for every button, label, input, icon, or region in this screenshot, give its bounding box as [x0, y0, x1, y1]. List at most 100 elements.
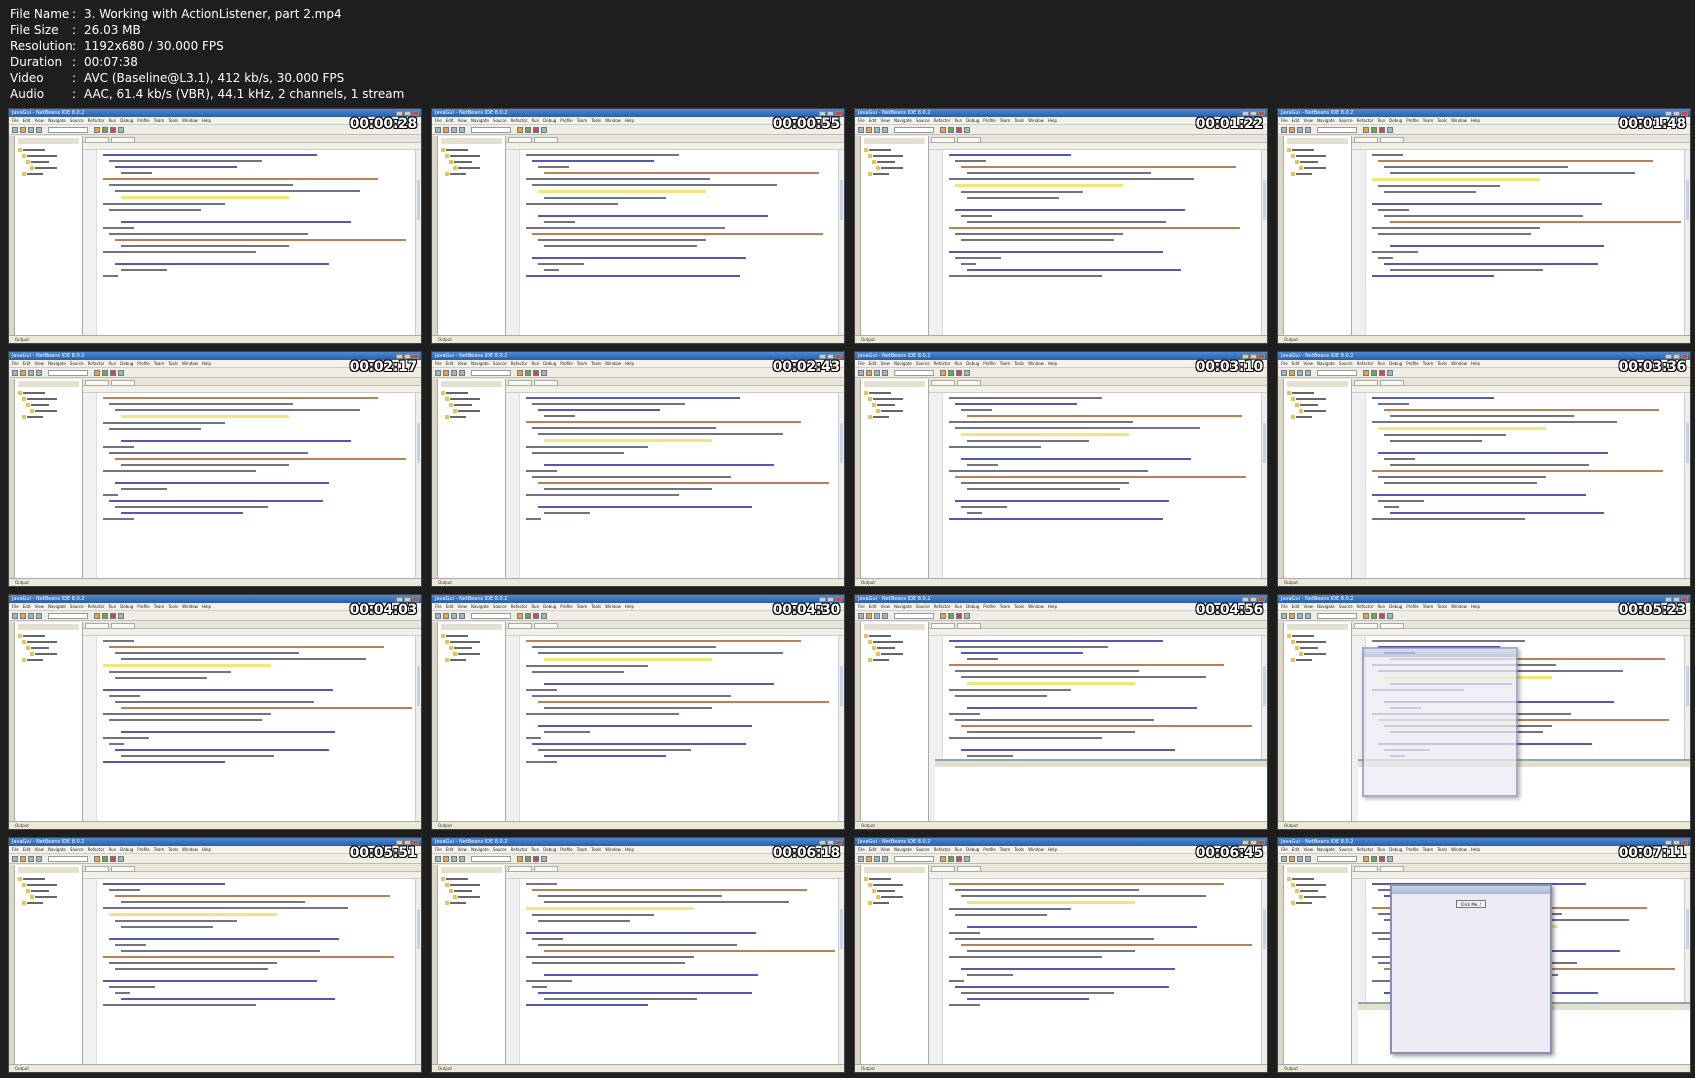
profile-icon[interactable]	[964, 126, 970, 133]
menu-item-source[interactable]: Source	[916, 847, 930, 852]
tree-item[interactable]	[1287, 882, 1348, 887]
menu-item-view[interactable]: View	[34, 847, 44, 852]
thumbnail-10[interactable]: JavaGui - NetBeans IDE 8.0.2 File Edit Vie…	[431, 594, 845, 830]
build-icon[interactable]	[940, 369, 946, 376]
open-folder-icon[interactable]	[866, 126, 872, 133]
menu-item-tools[interactable]: Tools	[1437, 604, 1447, 609]
tree-item[interactable]	[1287, 396, 1348, 401]
maximize-icon[interactable]	[1250, 596, 1257, 602]
menu-item-source[interactable]: Source	[493, 847, 507, 852]
vertical-scrollbar[interactable]	[415, 393, 421, 578]
tree-item[interactable]	[441, 657, 502, 662]
tree-item[interactable]	[864, 639, 925, 644]
code-area[interactable]	[83, 393, 421, 578]
menu-item-navigate[interactable]: Navigate	[1317, 361, 1335, 366]
menu-item-source[interactable]: Source	[1339, 604, 1353, 609]
menu-item-window[interactable]: Window	[1451, 604, 1467, 609]
tree-item[interactable]	[864, 882, 925, 887]
tree-item[interactable]	[18, 414, 79, 419]
code-lines[interactable]	[97, 393, 415, 578]
menu-item-file[interactable]: File	[1281, 604, 1288, 609]
menu-item-window[interactable]: Window	[1451, 361, 1467, 366]
thumbnail-8[interactable]: JavaGui - NetBeans IDE 8.0.2 File Edit Vie…	[1277, 351, 1691, 587]
tree-item[interactable]	[18, 402, 79, 407]
menu-item-team[interactable]: Team	[154, 118, 165, 123]
build-icon[interactable]	[940, 126, 946, 133]
open-folder-icon[interactable]	[20, 855, 26, 862]
undo-icon[interactable]	[459, 612, 465, 619]
maximize-icon[interactable]	[404, 839, 411, 845]
close-icon[interactable]	[1258, 596, 1265, 602]
menu-item-view[interactable]: View	[457, 361, 467, 366]
menu-item-source[interactable]: Source	[493, 604, 507, 609]
save-icon[interactable]	[1297, 369, 1303, 376]
menu-item-profile[interactable]: Profile	[983, 847, 995, 852]
profile-icon[interactable]	[118, 855, 124, 862]
open-folder-icon[interactable]	[1289, 855, 1295, 862]
thumbnail-6[interactable]: JavaGui - NetBeans IDE 8.0.2 File Edit Vie…	[431, 351, 845, 587]
tree-item[interactable]	[864, 408, 925, 413]
config-dropdown[interactable]	[471, 855, 511, 862]
tree-item[interactable]	[441, 894, 502, 899]
open-folder-icon[interactable]	[866, 369, 872, 376]
profile-icon[interactable]	[1387, 126, 1393, 133]
run-icon[interactable]	[525, 855, 531, 862]
tree-item[interactable]	[864, 645, 925, 650]
code-editor[interactable]	[506, 379, 844, 578]
menu-item-file[interactable]: File	[12, 361, 19, 366]
vertical-scrollbar[interactable]	[1261, 879, 1267, 1064]
thumbnail-15[interactable]: JavaGui - NetBeans IDE 8.0.2 File Edit Vie…	[854, 837, 1268, 1073]
open-folder-icon[interactable]	[20, 369, 26, 376]
code-area[interactable]	[506, 150, 844, 335]
menu-item-team[interactable]: Team	[1000, 847, 1011, 852]
profile-icon[interactable]	[1387, 612, 1393, 619]
menu-item-file[interactable]: File	[858, 118, 865, 123]
menu-item-navigate[interactable]: Navigate	[1317, 847, 1335, 852]
new-project-icon[interactable]	[858, 612, 864, 619]
minimize-icon[interactable]	[1665, 839, 1672, 845]
config-dropdown[interactable]	[1317, 855, 1357, 862]
menu-item-help[interactable]: Help	[1471, 118, 1480, 123]
menu-item-debug[interactable]: Debug	[120, 361, 133, 366]
tree-item[interactable]	[864, 651, 925, 656]
tree-item[interactable]	[441, 159, 502, 164]
projects-panel[interactable]	[15, 865, 83, 1064]
maximize-icon[interactable]	[1673, 353, 1680, 359]
tree-item[interactable]	[1287, 390, 1348, 395]
tree-item[interactable]	[441, 888, 502, 893]
build-icon[interactable]	[1363, 855, 1369, 862]
close-icon[interactable]	[412, 110, 419, 116]
tree-item[interactable]	[864, 390, 925, 395]
undo-icon[interactable]	[36, 855, 42, 862]
menu-item-navigate[interactable]: Navigate	[1317, 604, 1335, 609]
menu-item-refactor[interactable]: Refactor	[1357, 847, 1374, 852]
menu-item-view[interactable]: View	[1303, 604, 1313, 609]
maximize-icon[interactable]	[1250, 110, 1257, 116]
save-icon[interactable]	[451, 855, 457, 862]
menu-item-tools[interactable]: Tools	[1014, 847, 1024, 852]
menu-item-run[interactable]: Run	[954, 847, 962, 852]
build-icon[interactable]	[517, 855, 523, 862]
menu-item-run[interactable]: Run	[1377, 847, 1385, 852]
menu-item-source[interactable]: Source	[916, 118, 930, 123]
menu-item-file[interactable]: File	[858, 361, 865, 366]
menu-item-help[interactable]: Help	[202, 604, 211, 609]
save-icon[interactable]	[451, 369, 457, 376]
close-icon[interactable]	[1258, 110, 1265, 116]
menu-item-team[interactable]: Team	[1423, 604, 1434, 609]
menu-item-profile[interactable]: Profile	[137, 361, 149, 366]
menu-item-view[interactable]: View	[880, 847, 890, 852]
close-icon[interactable]	[835, 839, 842, 845]
save-icon[interactable]	[874, 369, 880, 376]
run-icon[interactable]	[525, 612, 531, 619]
menu-item-source[interactable]: Source	[70, 604, 84, 609]
code-lines[interactable]	[97, 150, 415, 335]
code-editor[interactable]	[506, 865, 844, 1064]
menu-item-team[interactable]: Team	[154, 361, 165, 366]
tree-item[interactable]	[441, 390, 502, 395]
menu-item-view[interactable]: View	[457, 847, 467, 852]
undo-icon[interactable]	[882, 369, 888, 376]
projects-tab[interactable]	[864, 381, 925, 387]
menu-item-refactor[interactable]: Refactor	[88, 361, 105, 366]
profile-icon[interactable]	[118, 612, 124, 619]
